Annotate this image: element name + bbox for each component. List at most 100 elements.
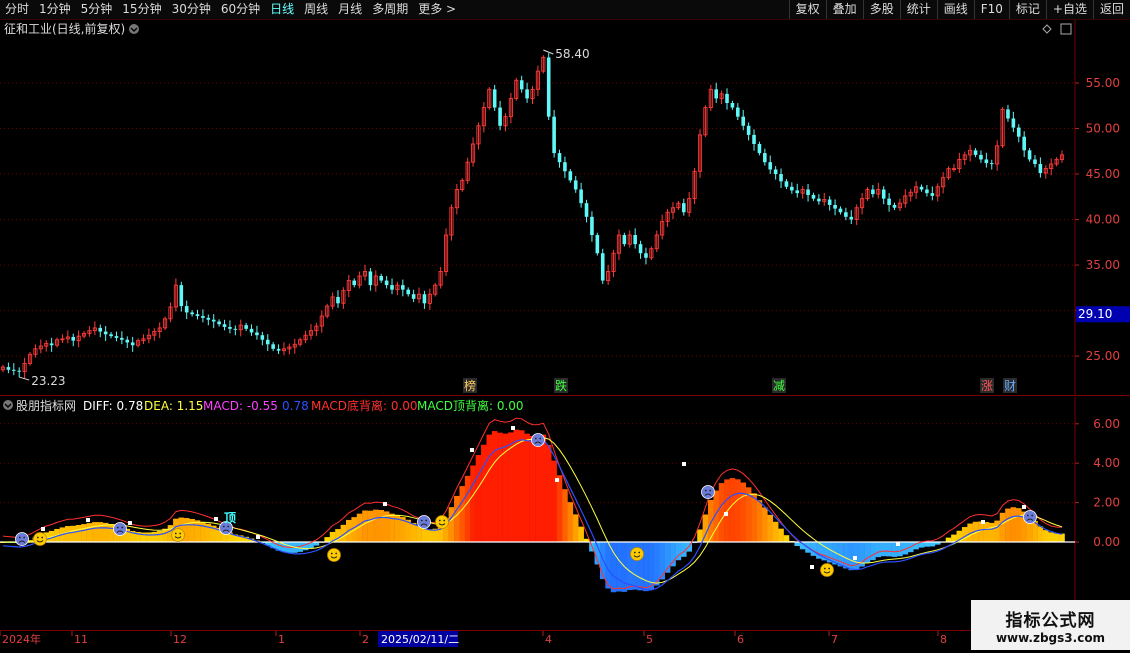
macd-histogram-bar <box>92 522 98 542</box>
macd-histogram-bar <box>794 542 801 547</box>
macd-histogram-bar <box>708 499 714 542</box>
time-axis: 2024年 11 12 1 2 2025/02/11/二 4 5 6 7 8 <box>0 630 1130 650</box>
sad-face-icon-eye <box>704 489 707 492</box>
period-tab-2[interactable]: 5分钟 <box>76 0 118 19</box>
macd-histogram-bar <box>735 479 741 542</box>
signal-marker <box>256 535 260 539</box>
toolbar-button-7[interactable]: +自选 <box>1045 0 1093 19</box>
candle-body <box>368 271 373 286</box>
candle-body <box>779 174 783 182</box>
candle-body <box>352 280 356 286</box>
period-tab-6[interactable]: 日线 <box>265 0 299 19</box>
candle-body <box>741 116 746 126</box>
sad-face-icon-eye <box>1026 514 1029 517</box>
period-tab-1[interactable]: 1分钟 <box>34 0 76 19</box>
diamond-icon[interactable] <box>1042 24 1052 34</box>
toolbar: 分时 1分钟 5分钟 15分钟 30分钟 60分钟 日线 周线 月线 多周期 更多 > 复权 叠加 多股… <box>0 0 1130 20</box>
signal-marker <box>511 426 515 430</box>
macd-histogram-bar <box>513 429 520 542</box>
candle-body <box>887 198 891 205</box>
signal-marker <box>682 462 686 466</box>
macd-histogram-bar <box>756 500 763 542</box>
title-dropdown-icon[interactable] <box>129 24 139 34</box>
price-chart-panel[interactable]: 55.00 50.00 45.00 40.00 35.00 25.00 29.10 征和工业(… <box>0 20 1130 396</box>
happy-face-icon-eye <box>174 532 177 535</box>
price-tick-label: 40.00 <box>1086 213 1120 227</box>
toolbar-button-1[interactable]: 叠加 <box>825 0 863 19</box>
macd-histogram-bar <box>194 520 201 542</box>
toolbar-button-5[interactable]: F10 <box>973 0 1009 19</box>
maximize-icon[interactable] <box>1060 23 1072 35</box>
macd-histogram-bar <box>1059 533 1065 542</box>
period-tab-9[interactable]: 多周期 <box>367 0 413 19</box>
indicator-panel[interactable]: 6.00 4.00 2.00 0.00 股朋指标网 DIFF: 0.78 DEA: 1.15… <box>0 397 1130 630</box>
macd-histogram-bar <box>362 510 368 542</box>
current-price-label: 29.10 <box>1078 307 1112 321</box>
candle-body <box>411 294 416 299</box>
toolbar-button-0[interactable]: 复权 <box>788 0 826 19</box>
macd-histogram-bar <box>481 444 487 542</box>
macd-histogram-bar <box>643 542 649 592</box>
happy-face-icon-eye <box>41 536 44 539</box>
toolbar-button-8[interactable]: 返回 <box>1092 0 1130 19</box>
macd-histogram-bar <box>988 522 995 542</box>
event-marker-label: 榜 <box>464 378 476 393</box>
candle-body <box>892 204 897 208</box>
sad-face-icon-eye <box>18 536 21 539</box>
candle-body <box>422 294 427 304</box>
candlestick-chart[interactable]: 55.00 50.00 45.00 40.00 35.00 25.00 29.10 征和工业(… <box>0 20 1130 396</box>
candle-body <box>498 107 502 126</box>
candle-body <box>827 199 832 205</box>
candle-body <box>201 316 205 318</box>
event-marker-label: 跌 <box>555 378 567 393</box>
time-tick-label: 1 <box>278 633 285 646</box>
macd-histogram-bar <box>518 430 525 542</box>
candle-body <box>384 280 389 286</box>
macd-histogram-bar <box>751 493 757 542</box>
macd-histogram-bar <box>999 512 1006 542</box>
period-tab-8[interactable]: 月线 <box>333 0 367 19</box>
toolbar-button-4[interactable]: 画线 <box>936 0 974 19</box>
candle-body <box>736 107 740 117</box>
sad-face-icon-eye <box>534 437 537 440</box>
time-tick-label: 5 <box>646 633 653 646</box>
sad-face-icon <box>15 532 29 546</box>
candle-body <box>644 253 648 258</box>
macd-histogram-bar <box>86 523 93 542</box>
macd-indicator-chart[interactable]: 6.00 4.00 2.00 0.00 股朋指标网 DIFF: 0.78 DEA: 1.15… <box>0 397 1130 630</box>
sad-face-icon-eye <box>121 526 124 529</box>
period-tab-3[interactable]: 15分钟 <box>117 0 166 19</box>
toolbar-button-2[interactable]: 多股 <box>862 0 900 19</box>
period-tab-7[interactable]: 周线 <box>299 0 333 19</box>
toolbar-button-6[interactable]: 标记 <box>1008 0 1046 19</box>
happy-face-icon-face <box>171 528 185 542</box>
sad-face-icon-eye <box>420 519 423 522</box>
sad-face-icon-face <box>531 433 545 447</box>
candle-body <box>525 89 529 99</box>
happy-face-icon-face <box>327 548 341 562</box>
sad-face-icon-face <box>1023 510 1037 524</box>
candle-body <box>260 335 265 340</box>
candle-body <box>406 289 411 295</box>
candle-body <box>752 134 756 144</box>
macd-histogram-bar <box>929 542 936 547</box>
period-tab-5[interactable]: 60分钟 <box>216 0 265 19</box>
candle-body <box>579 189 583 204</box>
macd-histogram-bar <box>778 528 784 542</box>
period-tab-4[interactable]: 30分钟 <box>167 0 216 19</box>
macd-histogram-bar <box>464 475 471 542</box>
candle-body <box>568 171 573 181</box>
candle-body <box>844 212 848 217</box>
happy-face-icon-eye <box>330 552 333 555</box>
toolbar-button-3[interactable]: 统计 <box>899 0 937 19</box>
macd-histogram-bar <box>875 542 882 558</box>
macd-tick-label: 2.00 <box>1093 496 1120 510</box>
indicator-legend-item: MACD: -0.55 <box>203 399 278 413</box>
macd-histogram-bar <box>626 542 633 591</box>
indicator-dropdown-icon[interactable] <box>3 400 13 410</box>
period-tab-10[interactable]: 更多 > <box>413 0 461 19</box>
candle-body <box>833 204 837 209</box>
macd-histogram-bar <box>572 514 579 542</box>
period-tab-0[interactable]: 分时 <box>0 0 34 19</box>
price-tick-label: 50.00 <box>1086 122 1120 136</box>
